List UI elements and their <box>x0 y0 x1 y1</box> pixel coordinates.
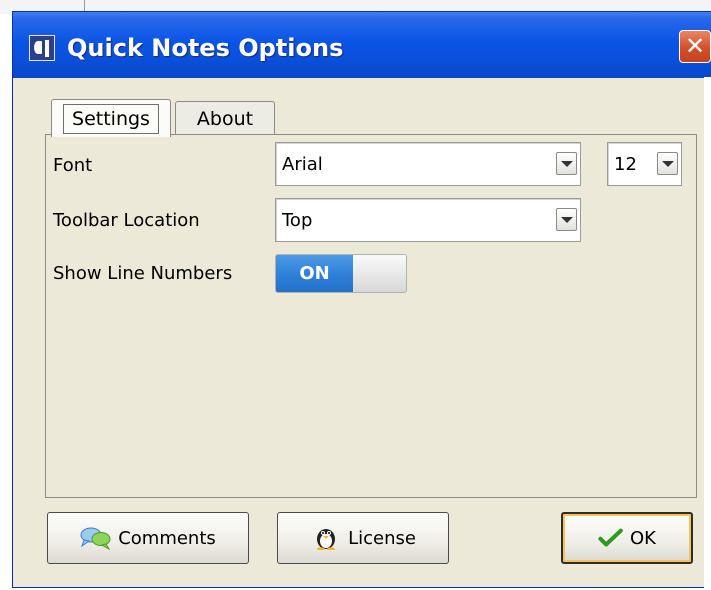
options-dialog: Quick Notes Options ✕ Settings About Fon… <box>12 11 711 588</box>
ok-button[interactable]: OK <box>561 512 693 564</box>
comments-button-label: Comments <box>118 527 216 549</box>
checkmark-icon <box>598 528 623 547</box>
font-size-value: 12 <box>614 153 637 175</box>
font-size-select[interactable]: 12 <box>607 142 682 186</box>
quick-notes-app-icon <box>29 35 55 61</box>
window-right-edge <box>704 77 711 590</box>
toolbar-location-label: Toolbar Location <box>53 210 200 231</box>
comments-button[interactable]: Comments <box>47 512 249 564</box>
settings-panel <box>45 134 697 498</box>
close-button[interactable]: ✕ <box>679 30 711 63</box>
window-title: Quick Notes Options <box>67 34 344 62</box>
chevron-down-icon[interactable] <box>556 208 577 231</box>
chevron-down-icon[interactable] <box>657 152 678 175</box>
license-button[interactable]: License <box>277 512 449 564</box>
penguin-icon <box>317 529 336 550</box>
toolbar-location-select[interactable]: Top <box>275 198 581 242</box>
show-line-numbers-toggle[interactable]: ON <box>275 254 407 293</box>
tab-settings[interactable]: Settings <box>51 99 171 137</box>
toggle-knob <box>354 255 406 292</box>
toolbar-location-value: Top <box>282 209 313 231</box>
title-bar[interactable]: Quick Notes Options ✕ <box>13 12 711 78</box>
font-select-value: Arial <box>282 153 323 175</box>
toggle-on-label: ON <box>276 255 353 292</box>
tab-about[interactable]: About <box>175 101 275 136</box>
chevron-down-icon[interactable] <box>556 152 577 175</box>
font-label: Font <box>53 155 93 176</box>
speech-bubbles-icon <box>80 527 111 550</box>
show-line-numbers-label: Show Line Numbers <box>53 263 233 284</box>
tab-settings-label: Settings <box>63 104 159 134</box>
close-icon: ✕ <box>684 32 706 60</box>
font-select[interactable]: Arial <box>275 142 581 186</box>
ok-button-label: OK <box>630 527 656 549</box>
license-button-label: License <box>348 527 416 549</box>
